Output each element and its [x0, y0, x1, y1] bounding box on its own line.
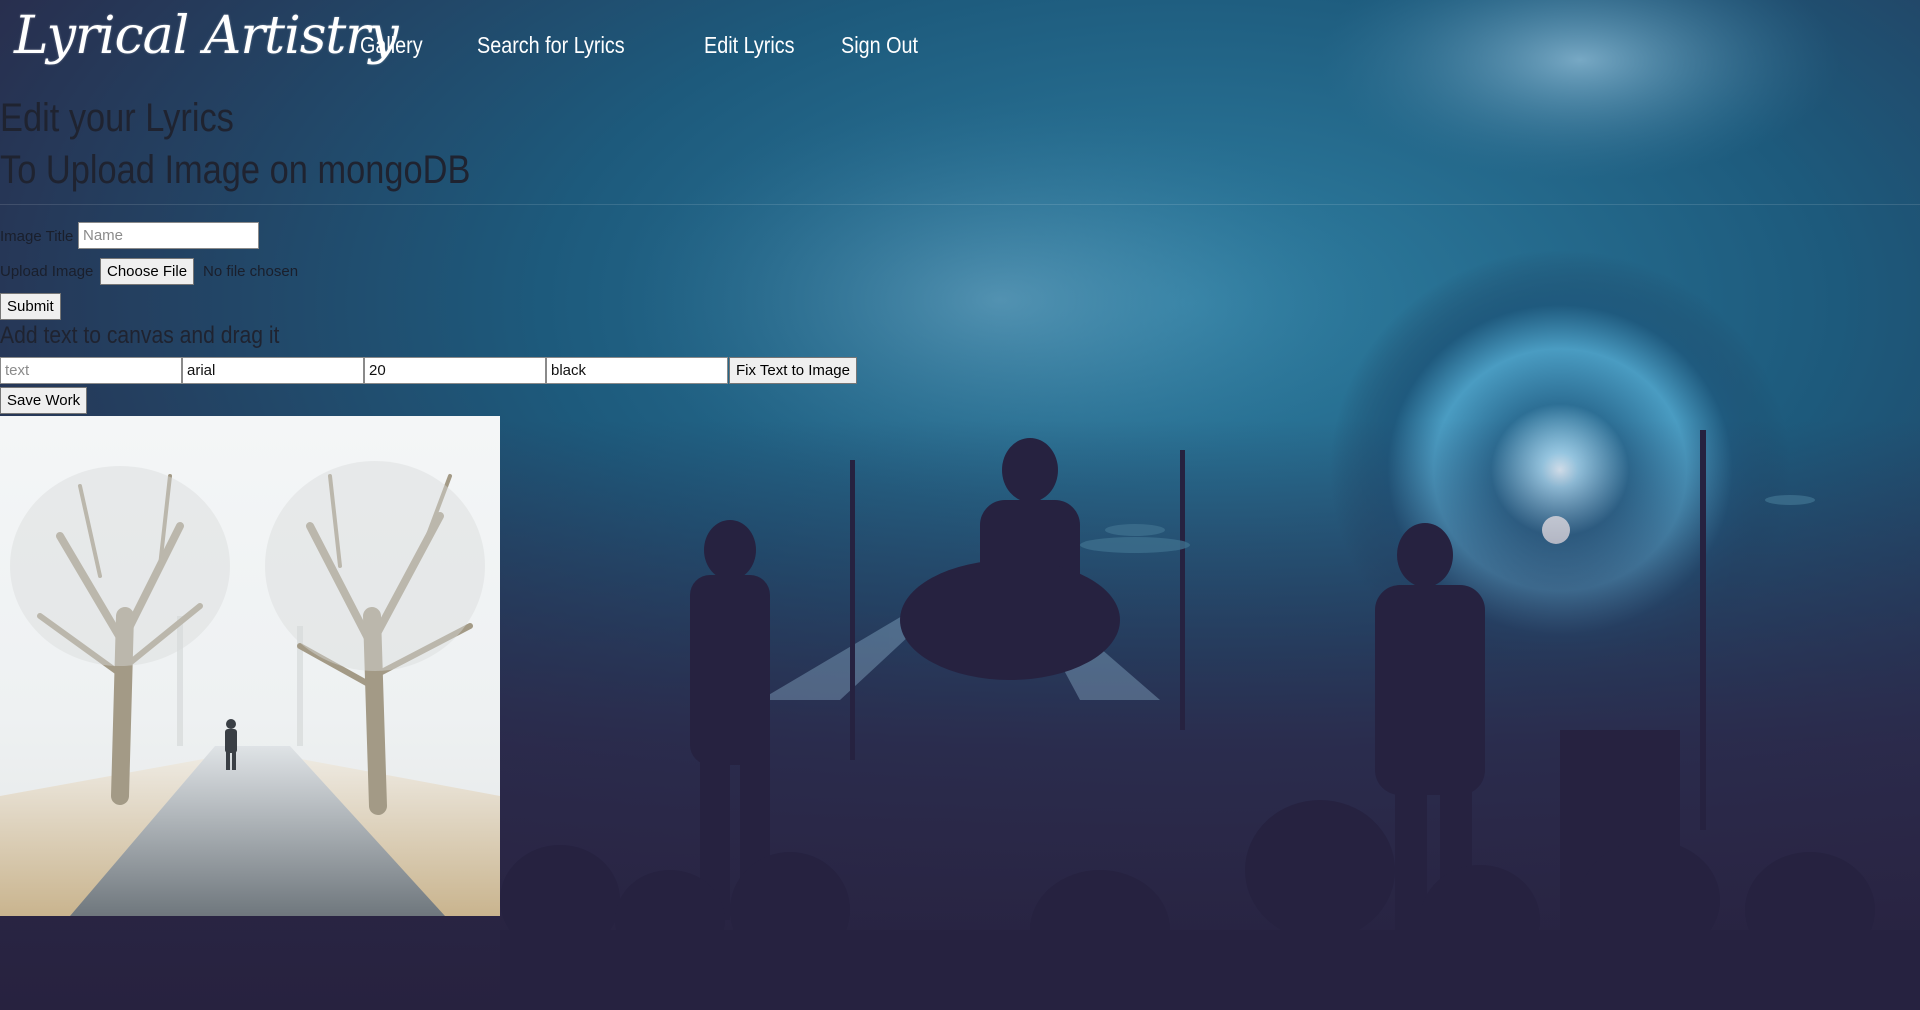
nav-links: Gallery Search for Lyrics Edit Lyrics Si… — [360, 32, 921, 59]
nav-link-search-lyrics[interactable]: Search for Lyrics — [477, 32, 639, 59]
upload-image-label: Upload Image — [0, 263, 94, 280]
fix-text-button[interactable]: Fix Text to Image — [729, 357, 857, 384]
nav-link-sign-out[interactable]: Sign Out — [841, 32, 918, 59]
nav-link-gallery[interactable]: Gallery — [360, 32, 427, 59]
brand-logo[interactable]: Lyrical Artistry — [14, 6, 399, 66]
save-work-button[interactable]: Save Work — [0, 387, 88, 414]
no-file-status: No file chosen — [203, 263, 299, 280]
canvas-text-input[interactable] — [0, 357, 182, 384]
page-subtitle: To Upload Image on mongoDB — [0, 148, 471, 192]
text-tool-heading: Add text to canvas and drag it — [0, 322, 280, 349]
top-navbar: Lyrical Artistry Gallery Search for Lyri… — [0, 0, 1920, 96]
image-title-label: Image Title — [0, 228, 74, 245]
divider — [0, 204, 1920, 205]
choose-file-button[interactable]: Choose File — [100, 258, 195, 285]
editing-canvas[interactable] — [0, 416, 500, 916]
page-title: Edit your Lyrics — [0, 96, 234, 140]
image-title-input[interactable] — [78, 222, 259, 249]
font-family-input[interactable] — [182, 357, 364, 384]
submit-button[interactable]: Submit — [0, 293, 61, 320]
nav-link-edit-lyrics[interactable]: Edit Lyrics — [704, 32, 795, 59]
misty-road-image — [0, 416, 500, 916]
font-size-input[interactable] — [364, 357, 546, 384]
text-color-input[interactable] — [546, 357, 728, 384]
